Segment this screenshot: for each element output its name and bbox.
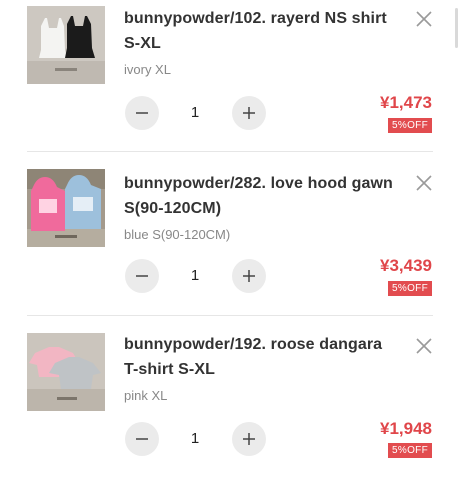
product-variant: ivory XL (124, 62, 171, 77)
product-variant: pink XL (124, 388, 168, 403)
decrease-quantity-button[interactable] (125, 259, 159, 293)
discount-badge: 5%OFF (388, 281, 432, 296)
item-price: ¥1,473 (380, 93, 432, 112)
cart-item-list: bunnypowder/102. rayerd NS shirt S-XL iv… (0, 0, 460, 460)
close-icon (416, 11, 432, 27)
item-price: ¥1,948 (380, 419, 432, 438)
remove-item-button[interactable] (414, 336, 434, 356)
product-title[interactable]: bunnypowder/282. love hood gawn S(90-120… (124, 171, 396, 221)
product-photo-tshirts (27, 333, 105, 411)
product-title[interactable]: bunnypowder/192. roose dangara T-shirt S… (124, 332, 396, 382)
decrease-quantity-button[interactable] (125, 96, 159, 130)
cart-item: bunnypowder/102. rayerd NS shirt S-XL iv… (0, 0, 460, 163)
plus-icon (243, 107, 255, 119)
increase-quantity-button[interactable] (232, 422, 266, 456)
product-photo-hooded-gowns (27, 169, 105, 247)
plus-icon (243, 270, 255, 282)
cart-item: bunnypowder/192. roose dangara T-shirt S… (0, 326, 460, 489)
plus-icon (243, 433, 255, 445)
increase-quantity-button[interactable] (232, 259, 266, 293)
quantity-value: 1 (190, 104, 200, 121)
decrease-quantity-button[interactable] (125, 422, 159, 456)
minus-icon (136, 275, 148, 277)
discount-badge: 5%OFF (388, 118, 432, 133)
product-thumbnail[interactable] (27, 6, 105, 84)
item-divider (27, 151, 433, 152)
remove-item-button[interactable] (414, 9, 434, 29)
minus-icon (136, 112, 148, 114)
close-icon (416, 175, 432, 191)
minus-icon (136, 438, 148, 440)
item-price: ¥3,439 (380, 256, 432, 275)
cart-item: bunnypowder/282. love hood gawn S(90-120… (0, 163, 460, 326)
product-variant: blue S(90-120CM) (124, 227, 231, 242)
quantity-value: 1 (190, 267, 200, 284)
scrollbar[interactable] (455, 8, 458, 48)
discount-badge: 5%OFF (388, 443, 432, 458)
product-photo-sleeveless-tops (27, 6, 105, 84)
product-thumbnail[interactable] (27, 333, 105, 411)
product-thumbnail[interactable] (27, 169, 105, 247)
close-icon (416, 338, 432, 354)
product-title[interactable]: bunnypowder/102. rayerd NS shirt S-XL (124, 6, 396, 56)
remove-item-button[interactable] (414, 173, 434, 193)
increase-quantity-button[interactable] (232, 96, 266, 130)
item-divider (27, 315, 433, 316)
quantity-value: 1 (190, 430, 200, 447)
